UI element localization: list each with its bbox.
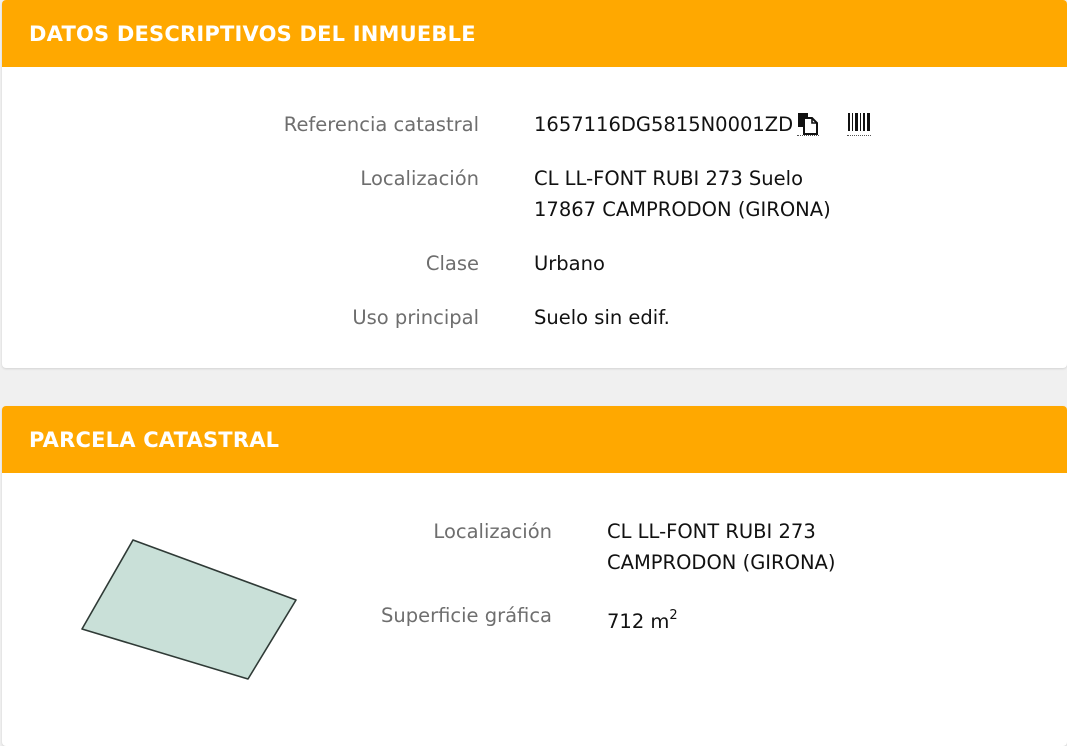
panel-title-parcela: PARCELA CATASTRAL [2,406,1067,473]
parcela-localizacion-line-1: CL LL-FONT RUBI 273 [607,520,816,543]
clase-value: Urbano [534,252,605,275]
row-referencia: Referencia catastral 1657116DG5815N0001Z… [2,109,1067,140]
clase-label: Clase [425,252,479,275]
datos-descriptivos-panel: DATOS DESCRIPTIVOS DEL INMUEBLE Referenc… [2,0,1067,368]
uso-principal-value: Suelo sin edif. [534,306,670,329]
row-uso-principal: Uso principal Suelo sin edif. [2,302,1067,333]
localizacion-label: Localización [360,167,479,190]
referencia-value[interactable]: 1657116DG5815N0001ZD [534,113,793,136]
copy-icon[interactable] [797,111,820,136]
uso-principal-label: Uso principal [352,306,479,329]
localizacion-line-1: CL LL-FONT RUBI 273 Suelo [534,167,804,190]
localizacion-line-2: 17867 CAMPRODON (GIRONA) [534,198,831,221]
localizacion-value: CL LL-FONT RUBI 273 Suelo 17867 CAMPRODO… [534,163,831,225]
row-localizacion: Localización CL LL-FONT RUBI 273 Suelo 1… [2,163,1067,225]
barcode-icon[interactable] [847,111,872,136]
parcela-shape-image[interactable] [78,532,302,686]
parcela-localizacion-line-2: CAMPRODON (GIRONA) [607,551,836,574]
panel-title-datos: DATOS DESCRIPTIVOS DEL INMUEBLE [2,0,1067,67]
superficie-value: 712 m2 [607,600,678,637]
superficie-number: 712 m [607,610,670,633]
parcela-polygon [81,539,297,680]
referencia-value-wrap: 1657116DG5815N0001ZD [534,109,872,140]
superficie-label: Superficie gráfica [380,604,552,627]
superficie-unit-exponent: 2 [669,608,678,623]
referencia-label: Referencia catastral [283,113,479,136]
parcela-localizacion-label: Localización [433,520,552,543]
row-clase: Clase Urbano [2,248,1067,279]
parcela-localizacion-value: CL LL-FONT RUBI 273 CAMPRODON (GIRONA) [607,516,836,578]
